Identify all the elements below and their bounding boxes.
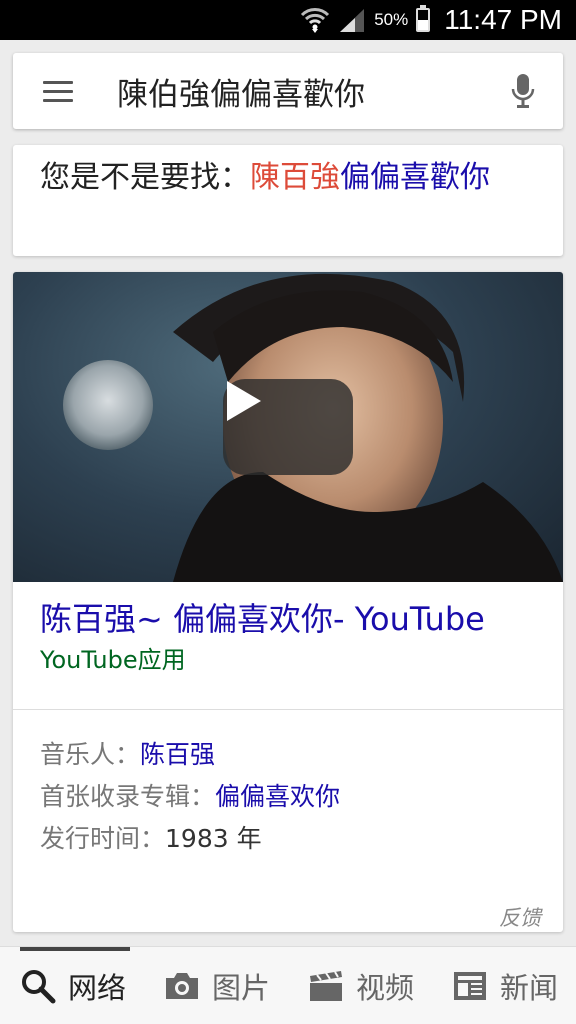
search-bar: 陳伯強偏偏喜歡你 [13,53,563,129]
fact-label: 首张收录专辑： [40,782,216,811]
camera-icon [164,971,200,1001]
did-you-mean-link[interactable]: 陳百強偏偏喜歡你 [250,160,490,195]
fact-value: 1983 年 [165,824,262,853]
newspaper-icon [452,970,488,1002]
tab-label: 图片 [212,970,271,1005]
suggestion-rest: 偏偏喜歡你 [340,160,490,195]
play-button[interactable] [223,379,353,475]
status-bar: 50% 11:47 PM [0,0,576,40]
video-result-card: 陈百强~ 偏偏喜欢你- YouTube YouTube应用 音乐人：陈百强 首张收… [13,272,563,932]
tab-label: 新闻 [500,970,559,1005]
menu-icon[interactable] [13,53,103,129]
fact-row: 音乐人：陈百强 [40,734,340,776]
wifi-icon [300,6,330,34]
battery-percent: 50% [374,10,409,29]
battery-icon [416,5,431,32]
did-you-mean-card: 您是不是要找：陳百強偏偏喜歡你 [13,145,563,256]
tab-web[interactable]: 网络 [0,947,144,1024]
fact-row: 首张收录专辑：偏偏喜欢你 [40,776,340,818]
video-title-link[interactable]: 陈百强~ 偏偏喜欢你- YouTube [40,594,550,640]
video-source: YouTube应用 [40,646,186,674]
search-input[interactable]: 陳伯強偏偏喜歡你 [103,69,483,114]
fact-value-link[interactable]: 陈百强 [140,740,215,769]
film-icon [308,970,344,1002]
search-icon [20,968,56,1004]
corrected-term: 陳百強 [250,160,340,195]
clock: 11:47 PM [444,4,562,35]
microphone-icon[interactable] [483,53,563,129]
facts-list: 音乐人：陈百强 首张收录专辑：偏偏喜欢你 发行时间：1983 年 [40,734,340,860]
search-tabs: 网络 图片 视频 新闻 [0,946,576,1024]
tab-news[interactable]: 新闻 [432,947,576,1024]
fact-label: 发行时间： [40,824,166,853]
fact-value-link[interactable]: 偏偏喜欢你 [215,782,340,811]
tab-label: 视频 [356,970,415,1005]
tab-videos[interactable]: 视频 [288,947,432,1024]
fact-label: 音乐人： [40,740,141,769]
tab-label: 网络 [68,970,127,1005]
feedback-link[interactable]: 反馈 [499,902,541,932]
divider [13,709,563,710]
fact-row: 发行时间：1983 年 [40,818,340,860]
signal-icon [338,7,366,33]
did-you-mean-prefix: 您是不是要找： [40,160,250,195]
tab-images[interactable]: 图片 [144,947,288,1024]
video-thumbnail[interactable] [13,272,563,582]
